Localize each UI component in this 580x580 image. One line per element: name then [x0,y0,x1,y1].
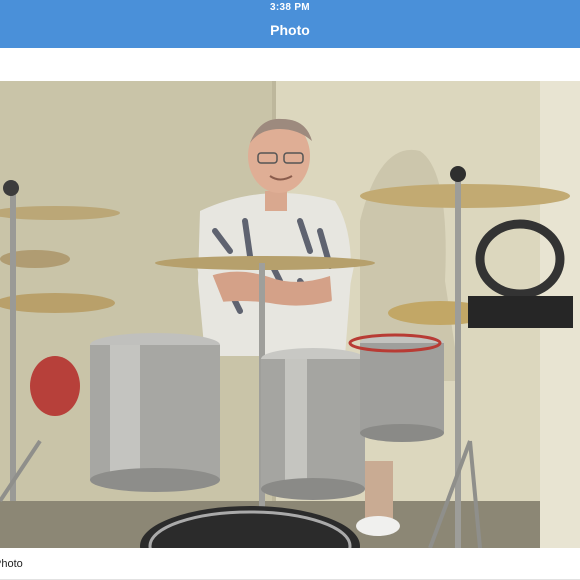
tom-drum-left [90,333,220,492]
photo-caption: Photo [0,558,23,570]
tom-drum-center [261,348,365,500]
top-bar: 3:38 PM Photo [0,0,580,48]
drummer-photo [0,81,580,548]
photo-viewer-screen: 3:38 PM Photo hoto [0,0,580,580]
caption-bar: Photo [0,548,580,580]
status-time: 3:38 PM [270,2,310,13]
photo-image[interactable] [0,81,580,548]
page-title: Photo [270,22,310,38]
